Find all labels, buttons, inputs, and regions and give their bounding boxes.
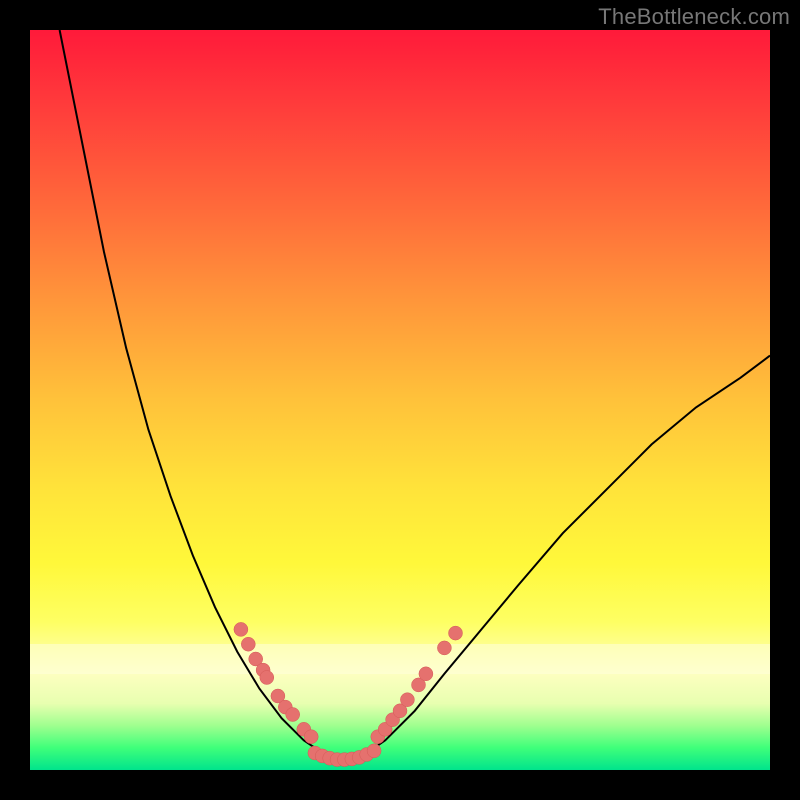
chart-frame: TheBottleneck.com [0,0,800,800]
data-marker [449,626,463,640]
data-marker [260,671,274,685]
data-marker [234,622,248,636]
data-marker [286,708,300,722]
curve-left [60,30,341,763]
data-marker [241,637,255,651]
data-marker [437,641,451,655]
data-marker [304,730,318,744]
data-marker [419,667,433,681]
data-marker [400,693,414,707]
curve-group [60,30,770,763]
data-marker [367,744,381,758]
chart-svg [0,0,800,800]
